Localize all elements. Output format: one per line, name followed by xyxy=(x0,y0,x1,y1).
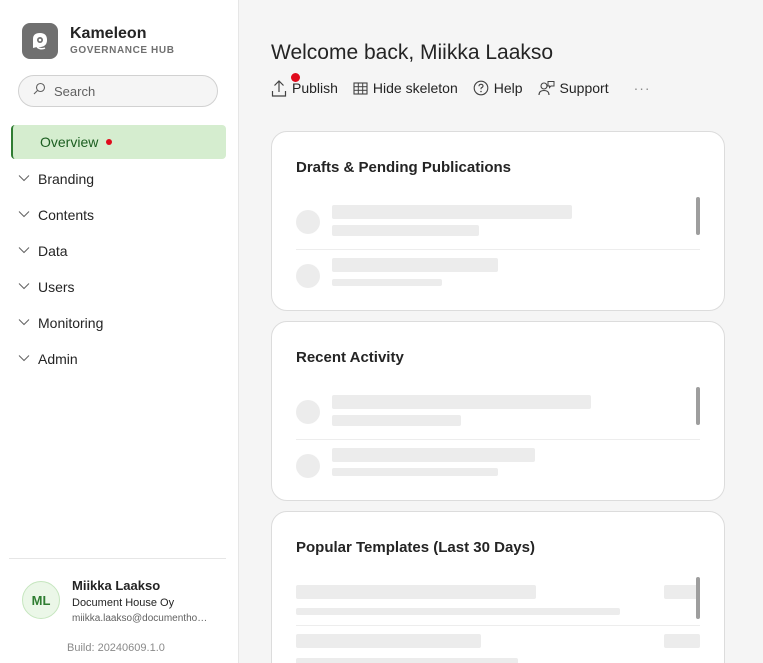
help-label: Help xyxy=(493,80,523,96)
skeleton-line xyxy=(296,608,620,615)
chevron-down-icon xyxy=(18,355,30,362)
skeleton-value xyxy=(664,585,700,599)
sidebar-item-label: Admin xyxy=(38,351,78,367)
support-button[interactable]: Support xyxy=(537,80,609,96)
skeleton-avatar xyxy=(296,264,320,288)
sidebar-nav: Overview Branding Contents Data Users Mo… xyxy=(0,125,239,377)
scrollbar[interactable] xyxy=(696,197,700,235)
brand-name: Kameleon xyxy=(70,25,147,42)
search-box[interactable] xyxy=(18,75,218,107)
build-version: Build: 20240609.1.0 xyxy=(67,642,165,654)
chevron-down-icon xyxy=(18,175,30,182)
skeleton-line xyxy=(332,395,591,409)
card-title: Recent Activity xyxy=(296,349,404,366)
sidebar-item-label: Data xyxy=(38,243,68,259)
chevron-down-icon xyxy=(18,319,30,326)
sidebar: Kameleon GOVERNANCE HUB Overview Brandin… xyxy=(0,0,239,663)
sidebar-item-monitoring[interactable]: Monitoring xyxy=(0,305,239,341)
notification-dot xyxy=(106,139,113,145)
brand-subtitle: GOVERNANCE HUB xyxy=(70,45,175,56)
sidebar-item-label: Overview xyxy=(40,134,99,150)
chevron-down-icon xyxy=(18,283,30,290)
row-divider xyxy=(296,625,700,626)
skeleton-line xyxy=(332,225,479,236)
sidebar-item-contents[interactable]: Contents xyxy=(0,197,239,233)
avatar: ML xyxy=(22,581,60,619)
skeleton-line xyxy=(296,585,536,599)
publish-button[interactable]: Publish xyxy=(271,73,338,97)
popular-templates-card: Popular Templates (Last 30 Days) xyxy=(271,511,725,663)
hide-skeleton-button[interactable]: Hide skeleton xyxy=(353,80,458,96)
skeleton-line xyxy=(296,658,518,663)
skeleton-line xyxy=(332,415,461,426)
drafts-pending-card: Drafts & Pending Publications xyxy=(271,131,725,311)
skeleton-line xyxy=(332,258,498,272)
skeleton-line xyxy=(332,279,442,286)
sidebar-item-label: Branding xyxy=(38,171,95,187)
user-profile[interactable]: ML Miikka Laakso Document House Oy miikk… xyxy=(22,578,212,626)
row-divider xyxy=(296,439,700,440)
help-icon xyxy=(473,80,489,96)
skeleton-line xyxy=(332,468,498,476)
chevron-down-icon xyxy=(18,247,30,254)
card-title: Popular Templates (Last 30 Days) xyxy=(296,539,535,556)
sidebar-item-overview[interactable]: Overview xyxy=(11,125,226,159)
skeleton-avatar xyxy=(296,210,320,234)
user-organization: Document House Oy xyxy=(72,597,175,609)
sidebar-item-data[interactable]: Data xyxy=(0,233,239,269)
scrollbar[interactable] xyxy=(696,577,700,619)
upload-icon xyxy=(271,80,287,97)
sidebar-divider xyxy=(9,558,226,559)
skeleton-avatar xyxy=(296,400,320,424)
skeleton-line xyxy=(296,634,481,648)
more-options-icon[interactable]: ··· xyxy=(634,80,651,96)
hide-skeleton-label: Hide skeleton xyxy=(372,80,458,96)
sidebar-item-users[interactable]: Users xyxy=(0,269,239,305)
person-feedback-icon xyxy=(537,81,555,96)
page-title: Welcome back, Miikka Laakso xyxy=(271,41,554,64)
toolbar: Publish Hide skeleton Help Support ··· xyxy=(271,73,651,99)
brand[interactable]: Kameleon GOVERNANCE HUB xyxy=(22,23,175,59)
publish-label: Publish xyxy=(292,80,338,96)
skeleton-line xyxy=(332,205,572,219)
sidebar-item-admin[interactable]: Admin xyxy=(0,341,239,377)
skeleton-line xyxy=(332,448,535,462)
sidebar-item-label: Monitoring xyxy=(38,315,104,331)
kameleon-logo-icon xyxy=(22,23,58,59)
sidebar-item-label: Contents xyxy=(38,207,95,223)
card-title: Drafts & Pending Publications xyxy=(296,159,512,176)
row-divider xyxy=(296,249,700,250)
user-email: miikka.laakso@documenthouse.fi xyxy=(72,613,212,624)
table-icon xyxy=(353,81,368,95)
user-name: Miikka Laakso xyxy=(72,578,161,593)
sidebar-item-branding[interactable]: Branding xyxy=(0,161,239,197)
chevron-down-icon xyxy=(18,211,30,218)
skeleton-value xyxy=(664,634,700,648)
recent-activity-card: Recent Activity xyxy=(271,321,725,501)
sidebar-item-label: Users xyxy=(38,279,75,295)
search-input[interactable] xyxy=(54,83,204,99)
help-button[interactable]: Help xyxy=(473,80,523,96)
publish-notification-dot xyxy=(291,73,300,82)
search-icon xyxy=(33,82,46,100)
scrollbar[interactable] xyxy=(696,387,700,425)
skeleton-avatar xyxy=(296,454,320,478)
support-label: Support xyxy=(559,80,609,96)
